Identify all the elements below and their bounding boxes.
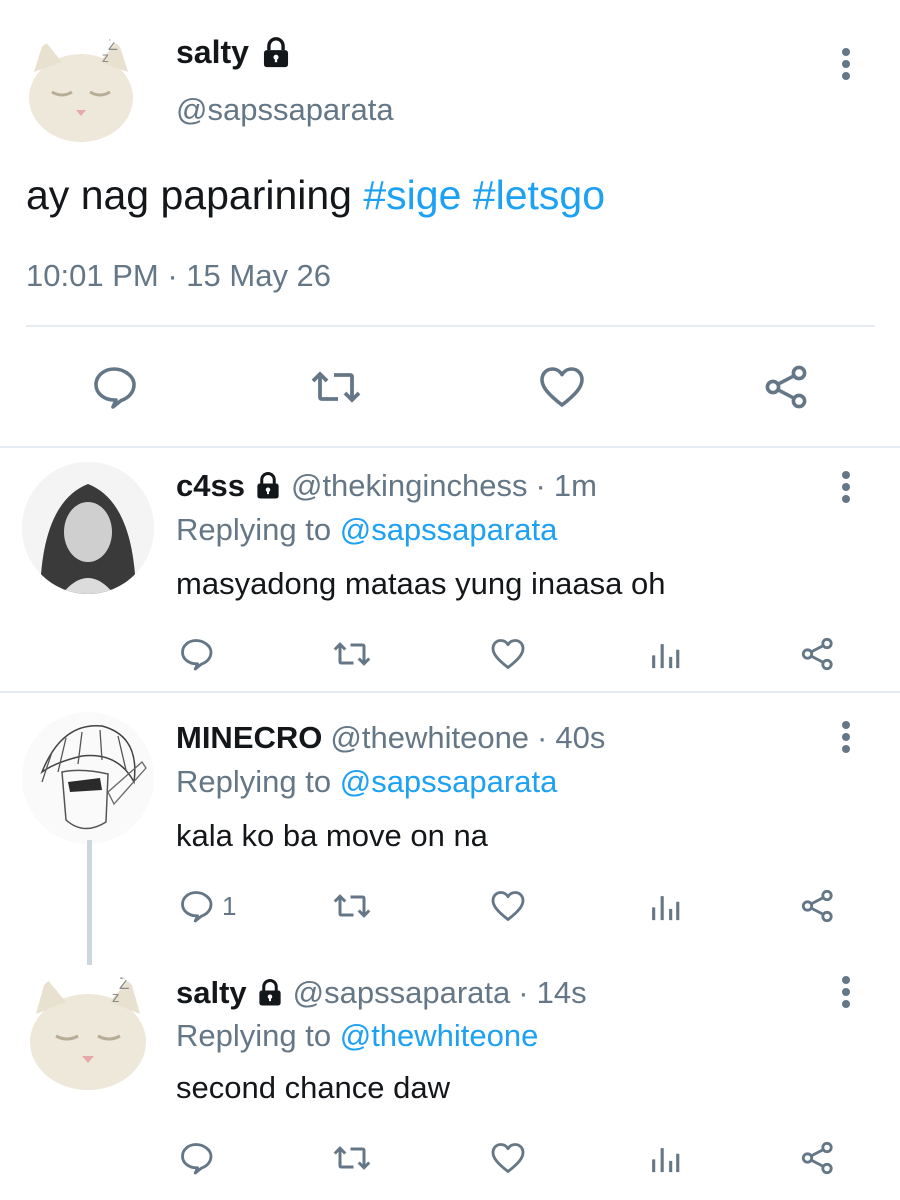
replying-prefix: Replying to xyxy=(176,764,340,799)
like-button[interactable] xyxy=(490,1140,526,1176)
reply-count: 1 xyxy=(222,890,237,921)
main-tweet-handle[interactable]: @sapssaparata xyxy=(176,92,394,128)
analytics-icon xyxy=(652,644,680,669)
more-options-icon[interactable] xyxy=(836,972,856,1012)
cat-avatar-image: z Z xyxy=(22,968,154,1100)
reply-avatar[interactable] xyxy=(22,462,154,594)
replying-prefix: Replying to xyxy=(176,1018,340,1053)
display-name[interactable]: c4ss xyxy=(176,468,245,504)
lock-icon xyxy=(255,978,285,1008)
display-name[interactable]: salty xyxy=(176,975,247,1011)
manga-avatar-image xyxy=(22,712,154,844)
svg-text:Z: Z xyxy=(119,974,129,993)
reply-button[interactable]: 1 xyxy=(178,888,236,924)
reply-header: MINECRO @thewhiteone · 40s xyxy=(176,720,605,756)
share-icon xyxy=(801,1141,833,1175)
hashtag-letsgo[interactable]: #letsgo xyxy=(473,172,605,218)
retweet-icon xyxy=(333,642,371,666)
analytics-button[interactable] xyxy=(648,888,682,924)
replying-to-link[interactable]: @sapssaparata xyxy=(340,764,558,799)
lock-icon xyxy=(253,471,283,501)
display-name: salty xyxy=(176,34,249,70)
reply-age[interactable]: 14s xyxy=(537,975,587,1011)
replying-prefix: Replying to xyxy=(176,512,340,547)
reply-text: second chance daw xyxy=(176,1070,451,1105)
dot-separator: · xyxy=(167,258,178,293)
reply-text: kala ko ba move on na xyxy=(176,818,488,853)
reply-icon xyxy=(181,1143,213,1175)
time: 10:01 PM xyxy=(26,258,159,293)
reply-header: salty @sapssaparata · 14s xyxy=(176,975,587,1011)
share-button[interactable] xyxy=(800,636,836,672)
like-button[interactable] xyxy=(490,636,526,672)
more-options-icon[interactable] xyxy=(836,44,856,84)
like-icon xyxy=(491,1143,525,1173)
share-icon xyxy=(765,365,807,409)
retweet-button[interactable] xyxy=(310,363,362,411)
retweet-button[interactable] xyxy=(332,636,372,672)
replying-to-link[interactable]: @sapssaparata xyxy=(340,512,558,547)
more-options-icon[interactable] xyxy=(836,467,856,507)
tweet-body-text: ay nag paparining xyxy=(26,172,364,218)
replying-to-link[interactable]: @thewhiteone xyxy=(340,1018,539,1053)
reply-icon xyxy=(181,639,213,671)
main-tweet-avatar[interactable]: z Z xyxy=(22,32,140,150)
analytics-icon xyxy=(652,896,680,921)
reply-button[interactable] xyxy=(178,636,222,672)
share-icon xyxy=(801,637,833,671)
analytics-button[interactable] xyxy=(648,1140,682,1176)
reply-header: c4ss @thekinginchess · 1m xyxy=(176,468,597,504)
cat-avatar-image: z Z xyxy=(22,32,140,150)
replying-to: Replying to @thewhiteone xyxy=(176,1018,538,1054)
more-options-icon[interactable] xyxy=(836,717,856,757)
replying-to: Replying to @sapssaparata xyxy=(176,764,557,800)
reply-button[interactable] xyxy=(90,363,138,411)
dot-separator: · xyxy=(535,468,546,503)
like-icon xyxy=(491,891,525,921)
divider xyxy=(26,325,875,327)
share-button[interactable] xyxy=(800,1140,836,1176)
reply-avatar[interactable]: z Z xyxy=(22,968,154,1100)
share-button[interactable] xyxy=(763,363,811,411)
hashtag-sige[interactable]: #sige xyxy=(363,172,461,218)
handle[interactable]: @thekinginchess xyxy=(291,468,528,504)
thread-connector-line xyxy=(87,840,92,965)
main-tweet-timestamp[interactable]: 10:01 PM · 15 May 26 xyxy=(26,258,331,294)
display-name[interactable]: MINECRO xyxy=(176,720,322,756)
retweet-button[interactable] xyxy=(332,1140,372,1176)
dot-separator: · xyxy=(518,975,529,1010)
main-tweet-author[interactable]: salty xyxy=(176,34,293,71)
portrait-avatar-image xyxy=(22,462,154,594)
reply-icon xyxy=(181,891,213,923)
dot-separator: · xyxy=(537,720,548,755)
retweet-icon xyxy=(333,894,371,918)
divider xyxy=(0,446,900,448)
share-icon xyxy=(801,889,833,923)
retweet-icon xyxy=(311,371,361,403)
analytics-icon xyxy=(652,1148,680,1173)
reply-text: masyadong mataas yung inaasa oh xyxy=(176,566,666,601)
reply-button[interactable] xyxy=(178,1140,222,1176)
reply-icon xyxy=(94,367,136,409)
analytics-button[interactable] xyxy=(648,636,682,672)
like-button[interactable] xyxy=(490,888,526,924)
main-tweet-text: ay nag paparining #sige #letsgo xyxy=(26,172,605,219)
like-icon xyxy=(491,639,525,669)
like-icon xyxy=(540,367,584,407)
reply-age[interactable]: 40s xyxy=(555,720,605,756)
like-button[interactable] xyxy=(538,363,586,411)
share-button[interactable] xyxy=(800,888,836,924)
handle[interactable]: @thewhiteone xyxy=(330,720,529,756)
replying-to: Replying to @sapssaparata xyxy=(176,512,557,548)
reply-avatar[interactable] xyxy=(22,712,154,844)
reply-age[interactable]: 1m xyxy=(554,468,597,504)
handle[interactable]: @sapssaparata xyxy=(293,975,511,1011)
retweet-icon xyxy=(333,1146,371,1170)
lock-icon xyxy=(259,36,293,70)
retweet-button[interactable] xyxy=(332,888,372,924)
svg-text:Z: Z xyxy=(108,37,118,54)
date: 15 May 26 xyxy=(186,258,332,293)
divider xyxy=(0,691,900,693)
